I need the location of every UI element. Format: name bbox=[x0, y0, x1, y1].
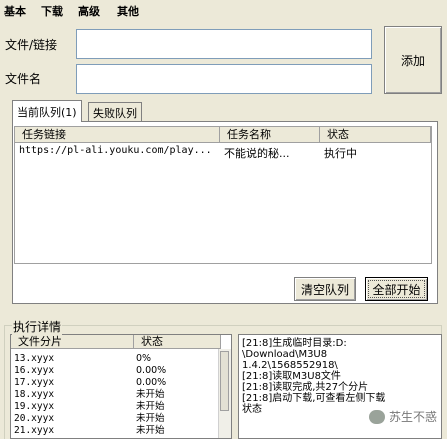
log-line: [21:8]启动下载,可查看左侧下载 bbox=[242, 393, 386, 404]
column-header-file-chunk[interactable]: 文件分片 bbox=[11, 335, 134, 349]
list-item[interactable]: 19.xyyx 未开始 bbox=[11, 401, 221, 412]
queue-list[interactable]: 任务链接 任务名称 状态 https://pl-ali.youku.com/pl… bbox=[14, 126, 432, 264]
queue-row-status[interactable]: 执行中 bbox=[324, 145, 357, 161]
queue-row-link[interactable]: https://pl-ali.youku.com/play... bbox=[19, 145, 212, 156]
file-list-scrollbar[interactable] bbox=[218, 349, 231, 438]
log-line: [21:8]读取完成,共27个分片 bbox=[242, 382, 369, 393]
column-header-task-link[interactable]: 任务链接 bbox=[15, 127, 220, 143]
queue-row-name[interactable]: 不能说的秘... bbox=[224, 145, 290, 161]
scrollbar-thumb[interactable] bbox=[220, 351, 229, 411]
file-link-input[interactable] bbox=[76, 29, 372, 59]
list-item[interactable]: 17.xyyx 0.00% bbox=[11, 377, 221, 388]
column-header-task-name[interactable]: 任务名称 bbox=[220, 127, 320, 143]
list-item[interactable]: 20.xyyx 未开始 bbox=[11, 413, 221, 424]
file-chunks-list[interactable]: 文件分片 状态 13.xyyx 0% 16.xyyx 0.00% 17.xyyx… bbox=[10, 334, 232, 439]
menu-basic[interactable]: 基本 bbox=[4, 3, 26, 19]
watermark: 苏生不惑 bbox=[369, 408, 437, 425]
menu-advanced[interactable]: 高级 bbox=[78, 3, 100, 19]
wechat-icon bbox=[369, 409, 385, 424]
start-all-button[interactable]: 全部开始 bbox=[365, 277, 428, 301]
menu-bar: 基本 下载 高级 其他 bbox=[0, 0, 447, 19]
list-item[interactable]: 13.xyyx 0% bbox=[11, 353, 221, 364]
log-line: [21:8]生成临时目录:D: bbox=[242, 338, 347, 349]
menu-download[interactable]: 下载 bbox=[41, 3, 63, 19]
column-header-status[interactable]: 状态 bbox=[320, 127, 431, 143]
menu-other[interactable]: 其他 bbox=[117, 3, 139, 19]
file-link-label: 文件/链接 bbox=[5, 38, 58, 52]
log-line: [21:8]读取M3U8文件 bbox=[242, 371, 341, 382]
clear-queue-button[interactable]: 清空队列 bbox=[294, 277, 356, 301]
add-button[interactable]: 添加 bbox=[384, 26, 442, 94]
log-line: 1.4.2\1568552918\ bbox=[242, 360, 338, 371]
log-line: 状态 bbox=[242, 404, 262, 415]
list-item[interactable]: 18.xyyx 未开始 bbox=[11, 389, 221, 400]
file-name-input[interactable] bbox=[76, 64, 372, 94]
tab-failed-queue[interactable]: 失败队列 bbox=[88, 102, 142, 122]
file-name-label: 文件名 bbox=[5, 72, 42, 86]
tab-current-queue[interactable]: 当前队列(1) bbox=[12, 100, 82, 122]
list-item[interactable]: 21.xyyx 未开始 bbox=[11, 425, 221, 436]
column-header-chunk-status[interactable]: 状态 bbox=[134, 335, 221, 349]
log-line: \Download\M3U8 bbox=[242, 349, 328, 360]
details-group-title: 执行详情 bbox=[12, 318, 63, 335]
watermark-text: 苏生不惑 bbox=[389, 410, 438, 424]
list-item[interactable]: 16.xyyx 0.00% bbox=[11, 365, 221, 376]
